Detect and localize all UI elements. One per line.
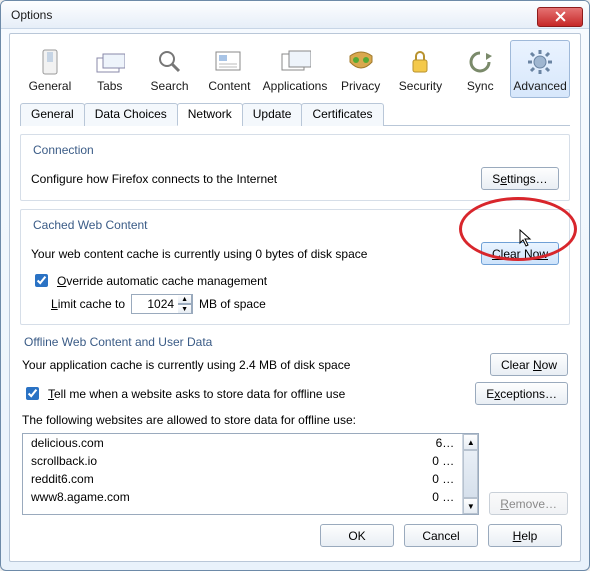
titlebar: Options xyxy=(1,1,589,29)
list-item[interactable]: scrollback.io0 … xyxy=(23,452,462,470)
tell-me-checkbox-row[interactable]: Tell me when a website asks to store dat… xyxy=(22,384,345,403)
limit-cache-spinner[interactable]: ▲ ▼ xyxy=(131,294,193,314)
toolbar-sync[interactable]: Sync xyxy=(450,40,510,98)
tab-certificates[interactable]: Certificates xyxy=(301,103,383,126)
limit-cache-unit: MB of space xyxy=(199,297,266,311)
window-title: Options xyxy=(11,8,52,22)
offline-sites-list[interactable]: delicious.com6… scrollback.io0 … reddit6… xyxy=(22,433,479,515)
tell-me-checkbox[interactable] xyxy=(26,387,39,400)
cache-section: Cached Web Content Your web content cach… xyxy=(20,209,570,325)
tabs-icon xyxy=(92,47,128,77)
close-button[interactable] xyxy=(537,7,583,27)
list-item[interactable]: reddit6.com0 … xyxy=(23,470,462,488)
sync-icon xyxy=(462,47,498,77)
toolbar-content[interactable]: Content xyxy=(199,40,259,98)
tell-me-label: Tell me when a website asks to store dat… xyxy=(48,387,345,401)
applications-icon xyxy=(277,47,313,77)
remove-button[interactable]: Remove… xyxy=(489,492,568,515)
dialog-body: General Tabs Search Content Applications… xyxy=(9,33,581,562)
connection-text: Configure how Firefox connects to the In… xyxy=(31,172,277,186)
tab-update[interactable]: Update xyxy=(242,103,303,126)
limit-cache-row: Limit cache to ▲ ▼ MB of space xyxy=(51,294,559,314)
advanced-tabstrip: General Data Choices Network Update Cert… xyxy=(20,102,570,126)
toolbar-privacy[interactable]: Privacy xyxy=(331,40,391,98)
help-button[interactable]: Help xyxy=(488,524,562,547)
category-toolbar: General Tabs Search Content Applications… xyxy=(20,40,570,98)
spinner-down[interactable]: ▼ xyxy=(178,304,192,314)
cancel-button[interactable]: Cancel xyxy=(404,524,478,547)
mask-icon xyxy=(343,47,379,77)
toolbar-search[interactable]: Search xyxy=(140,40,200,98)
toolbar-advanced[interactable]: Advanced xyxy=(510,40,570,98)
override-cache-checkbox[interactable] xyxy=(35,274,48,287)
connection-section: Connection Configure how Firefox connect… xyxy=(20,134,570,201)
offline-status: Your application cache is currently usin… xyxy=(22,358,350,372)
list-item[interactable]: www8.agame.com0 … xyxy=(23,488,462,506)
limit-cache-label: Limit cache to xyxy=(51,297,125,311)
offline-list-intro: The following websites are allowed to st… xyxy=(22,413,568,427)
limit-cache-input[interactable] xyxy=(132,297,178,311)
ok-button[interactable]: OK xyxy=(320,524,394,547)
offline-section: Offline Web Content and User Data Your a… xyxy=(20,335,570,515)
dialog-buttons: OK Cancel Help xyxy=(320,524,562,547)
offline-heading: Offline Web Content and User Data xyxy=(24,335,568,349)
lock-icon xyxy=(402,47,438,77)
scroll-up-button[interactable]: ▲ xyxy=(463,434,478,450)
scroll-thumb[interactable] xyxy=(463,450,478,498)
switch-icon xyxy=(32,47,68,77)
content-icon xyxy=(211,47,247,77)
exceptions-button[interactable]: Exceptions… xyxy=(475,382,568,405)
cache-status: Your web content cache is currently usin… xyxy=(31,247,367,261)
close-icon xyxy=(555,11,566,22)
toolbar-tabs[interactable]: Tabs xyxy=(80,40,140,98)
offline-clear-now-button[interactable]: Clear Now xyxy=(490,353,568,376)
gear-icon xyxy=(522,47,558,77)
tab-data-choices[interactable]: Data Choices xyxy=(84,103,178,126)
toolbar-security[interactable]: Security xyxy=(391,40,451,98)
options-window: Options General Tabs Search Content xyxy=(0,0,590,571)
toolbar-general[interactable]: General xyxy=(20,40,80,98)
scroll-down-button[interactable]: ▼ xyxy=(463,498,478,514)
list-scrollbar[interactable]: ▲ ▼ xyxy=(462,434,478,514)
override-cache-label: Override automatic cache management xyxy=(57,274,267,288)
tab-general[interactable]: General xyxy=(20,103,85,126)
toolbar-applications[interactable]: Applications xyxy=(259,40,330,98)
cache-clear-now-button[interactable]: Clear Now xyxy=(481,242,559,265)
override-cache-checkbox-row[interactable]: Override automatic cache management xyxy=(31,271,559,290)
list-item[interactable]: delicious.com6… xyxy=(23,434,462,452)
tab-network[interactable]: Network xyxy=(177,103,243,126)
connection-legend: Connection xyxy=(29,143,98,157)
settings-button[interactable]: Settings… xyxy=(481,167,559,190)
spinner-up[interactable]: ▲ xyxy=(178,294,192,304)
cache-legend: Cached Web Content xyxy=(29,218,152,232)
search-icon xyxy=(152,47,188,77)
